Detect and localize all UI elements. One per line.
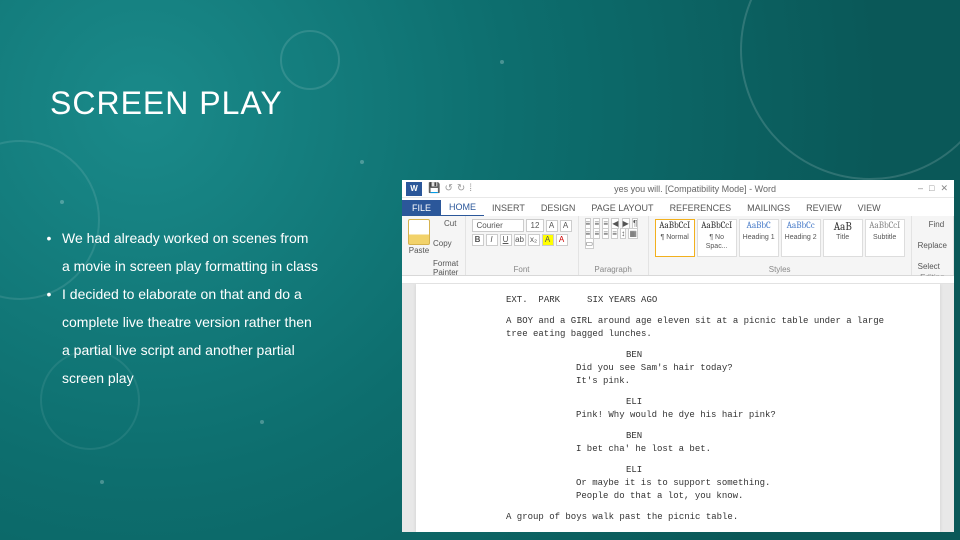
tab-view[interactable]: VIEW	[850, 200, 889, 216]
minimize-button[interactable]: –	[918, 183, 923, 194]
underline-button[interactable]: U	[500, 234, 512, 246]
decorative-circle	[280, 30, 340, 90]
ribbon: Paste Cut Copy Format Painter Clipboard …	[402, 216, 954, 276]
shading-button[interactable]: ▦	[628, 228, 638, 239]
tab-file[interactable]: FILE	[402, 200, 441, 216]
format-painter-button[interactable]: Format Painter	[433, 250, 459, 277]
character-name: BEN	[626, 430, 890, 443]
bullet-text: a partial live script and another partia…	[62, 337, 396, 363]
align-center-button[interactable]: ≡	[593, 228, 600, 239]
style-normal[interactable]: AaBbCcI¶ Normal	[655, 219, 695, 257]
dialogue-text: Or maybe it is to support something.	[576, 477, 850, 490]
tab-review[interactable]: REVIEW	[798, 200, 850, 216]
bullet-text: a movie in screen play formatting in cla…	[62, 253, 396, 279]
dialogue-text: Did you see Sam's hair today?	[576, 362, 850, 375]
decorative-dot	[100, 480, 104, 484]
scene-heading-tag: EXT.	[506, 295, 528, 305]
word-app-window: W 💾 ↺ ↻ ⁞ yes you will. [Compatibility M…	[402, 180, 954, 532]
justify-button[interactable]: ≡	[611, 228, 618, 239]
character-name: ELI	[626, 396, 890, 409]
style-heading-1[interactable]: AaBbCHeading 1	[739, 219, 779, 257]
style-subtitle[interactable]: AaBbCcISubtitle	[865, 219, 905, 257]
ribbon-group-clipboard: Paste Cut Copy Format Painter Clipboard	[402, 216, 466, 275]
style-title[interactable]: AaBTitle	[823, 219, 863, 257]
tab-insert[interactable]: INSERT	[484, 200, 533, 216]
tab-design[interactable]: DESIGN	[533, 200, 584, 216]
word-icon: W	[406, 182, 422, 196]
copy-button[interactable]: Copy	[433, 230, 459, 248]
tab-home[interactable]: HOME	[441, 199, 484, 216]
decorative-dot	[360, 160, 364, 164]
maximize-button[interactable]: □	[929, 183, 934, 194]
cut-button[interactable]: Cut	[433, 219, 459, 228]
scene-heading-location: PARK	[538, 295, 560, 305]
bullet-mark: •	[36, 225, 62, 251]
style-no-spacing[interactable]: AaBbCcI¶ No Spac...	[697, 219, 737, 257]
shrink-font-button[interactable]: A	[560, 220, 572, 232]
scene-heading-time: SIX YEARS AGO	[587, 295, 657, 305]
dialogue-text: People do that a lot, you know.	[576, 490, 850, 503]
character-name: ELI	[626, 464, 890, 477]
decorative-circle	[740, 0, 960, 180]
title-bar: W 💾 ↺ ↻ ⁞ yes you will. [Compatibility M…	[402, 180, 954, 198]
paste-icon[interactable]	[408, 219, 430, 245]
dialogue-text: I bet cha' he lost a bet.	[576, 443, 850, 456]
select-button[interactable]: Select	[918, 252, 947, 271]
highlight-button[interactable]: A	[542, 234, 554, 246]
decorative-dot	[500, 60, 504, 64]
group-label-font: Font	[472, 265, 572, 274]
bullet-text: complete live theatre version rather the…	[62, 309, 396, 335]
strike-button[interactable]: ab	[514, 234, 526, 246]
group-label-styles: Styles	[655, 265, 905, 274]
font-size-select[interactable]: 12	[526, 219, 544, 232]
bullet-list: •We had already worked on scenes from a …	[36, 225, 396, 393]
slide-title: SCREEN PLAY	[50, 85, 283, 122]
dialogue-text: It's pink.	[576, 375, 850, 388]
ribbon-group-font: Courier 12 A A B I U ab x₂ A A Font	[466, 216, 579, 275]
document-title: yes you will. [Compatibility Mode] - Wor…	[472, 184, 918, 194]
replace-button[interactable]: Replace	[918, 231, 947, 250]
save-icon[interactable]: 💾	[428, 183, 440, 194]
character-name: BEN	[626, 349, 890, 362]
document-area[interactable]: EXT. PARK SIX YEARS AGO A BOY and a GIRL…	[402, 284, 954, 532]
find-button[interactable]: Find	[918, 219, 947, 229]
tab-page-layout[interactable]: PAGE LAYOUT	[583, 200, 661, 216]
bold-button[interactable]: B	[472, 234, 484, 246]
ribbon-group-styles: AaBbCcI¶ Normal AaBbCcI¶ No Spac... AaBb…	[649, 216, 912, 275]
tab-references[interactable]: REFERENCES	[662, 200, 740, 216]
bullet-text: We had already worked on scenes from	[62, 225, 396, 251]
action-text: A BOY and a GIRL around age eleven sit a…	[506, 315, 890, 341]
action-text: A group of boys walk past the picnic tab…	[506, 511, 890, 524]
ribbon-tabs: FILE HOME INSERT DESIGN PAGE LAYOUT REFE…	[402, 198, 954, 216]
close-button[interactable]: ✕	[940, 183, 948, 194]
subscript-button[interactable]: x₂	[528, 234, 540, 246]
bullet-mark: •	[36, 281, 62, 307]
grow-font-button[interactable]: A	[546, 220, 558, 232]
italic-button[interactable]: I	[486, 234, 498, 246]
line-spacing-button[interactable]: ↕	[620, 228, 626, 239]
style-heading-2[interactable]: AaBbCcHeading 2	[781, 219, 821, 257]
borders-button[interactable]: ▭	[585, 238, 595, 249]
font-color-button[interactable]: A	[556, 234, 568, 246]
font-name-select[interactable]: Courier	[472, 219, 524, 232]
decorative-dot	[260, 420, 264, 424]
bullet-text: I decided to elaborate on that and do a	[62, 281, 396, 307]
ribbon-group-editing: Find Replace Select Editing	[912, 216, 954, 275]
bullet-text: screen play	[62, 365, 396, 391]
ribbon-group-paragraph: ≡ ≡ ≡ ◀ ▶ ¶ ≡ ≡ ≡ ≡ ↕ ▦ ▭ Paragraph	[579, 216, 649, 275]
decorative-dot	[60, 200, 64, 204]
align-right-button[interactable]: ≡	[602, 228, 609, 239]
page[interactable]: EXT. PARK SIX YEARS AGO A BOY and a GIRL…	[416, 284, 940, 532]
dialogue-text: Pink! Why would he dye his hair pink?	[576, 409, 850, 422]
paste-button[interactable]: Paste	[408, 246, 430, 255]
ruler[interactable]	[402, 276, 954, 284]
tab-mailings[interactable]: MAILINGS	[739, 200, 798, 216]
undo-button[interactable]: ↺	[444, 183, 452, 194]
redo-button[interactable]: ↻	[457, 183, 465, 194]
group-label-paragraph: Paragraph	[585, 265, 642, 274]
